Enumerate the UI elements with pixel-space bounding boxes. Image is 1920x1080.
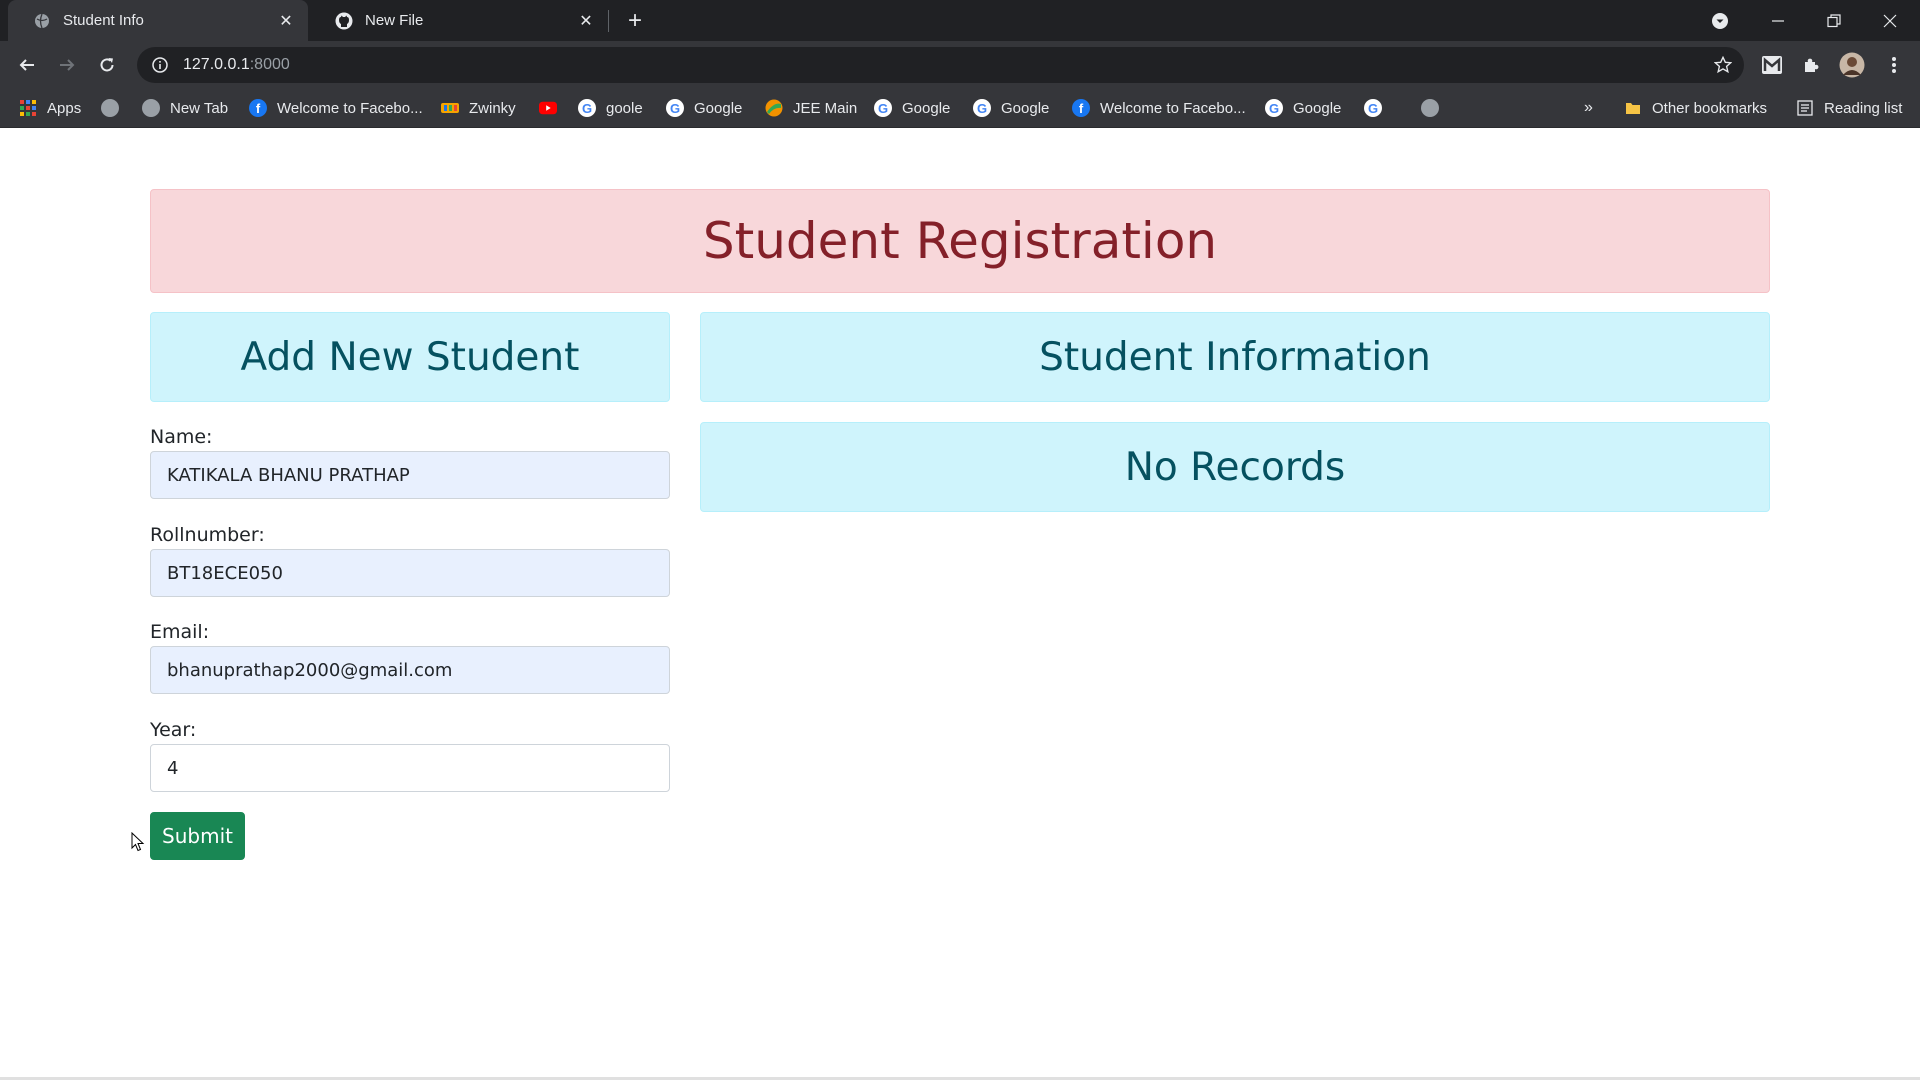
jee-icon	[765, 99, 783, 117]
no-records-message: No Records	[700, 422, 1770, 512]
bookmark-apps[interactable]: Apps	[19, 88, 81, 128]
bookmark-globe[interactable]	[101, 88, 129, 128]
profile-avatar[interactable]	[1837, 50, 1867, 80]
restore-icon[interactable]	[1806, 0, 1862, 41]
reading-list-icon	[1796, 99, 1814, 117]
bookmark-new-tab[interactable]: New Tab	[142, 88, 228, 128]
google-icon: G	[578, 99, 596, 117]
back-arrow-icon[interactable]	[12, 50, 42, 80]
globe-icon	[142, 99, 160, 117]
site-info-icon[interactable]	[149, 57, 171, 73]
globe-icon	[101, 99, 119, 117]
name-input[interactable]	[150, 451, 670, 499]
globe-icon	[1421, 99, 1439, 117]
google-icon: G	[973, 99, 991, 117]
browser-toolbar: 127.0.0.1:8000	[0, 41, 1920, 88]
tab-search-icon[interactable]	[1692, 0, 1748, 41]
forward-arrow-icon[interactable]	[52, 50, 82, 80]
bookmark-google-1[interactable]: G Google	[666, 88, 742, 128]
bookmark-star-icon[interactable]	[1712, 54, 1734, 76]
bookmark-google-3[interactable]: G Google	[973, 88, 1049, 128]
tab-new-file[interactable]: New File ✕	[310, 0, 608, 41]
github-icon	[335, 12, 353, 30]
bookmark-youtube[interactable]	[539, 88, 567, 128]
rollnumber-input[interactable]	[150, 549, 670, 597]
google-icon: G	[666, 99, 684, 117]
submit-button[interactable]: Submit	[150, 812, 245, 860]
folder-icon	[1624, 99, 1642, 117]
student-info-panel-header: Student Information	[700, 312, 1770, 402]
tab-divider	[608, 10, 609, 32]
bookmark-zwinky[interactable]: Zwinky	[441, 88, 516, 128]
year-input[interactable]	[150, 744, 670, 792]
bookmark-goole[interactable]: G goole	[578, 88, 643, 128]
bookmark-facebook-1[interactable]: f Welcome to Facebo...	[249, 88, 423, 128]
bookmarks-overflow-chevron[interactable]: »	[1584, 88, 1593, 128]
rollnumber-label: Rollnumber:	[150, 524, 265, 546]
globe-icon	[33, 12, 51, 30]
url-text: 127.0.0.1:8000	[183, 56, 290, 73]
reload-icon[interactable]	[92, 50, 122, 80]
mouse-cursor-icon	[131, 831, 145, 857]
close-tab-icon[interactable]: ✕	[576, 11, 596, 31]
email-label: Email:	[150, 621, 210, 643]
email-input[interactable]	[150, 646, 670, 694]
facebook-icon: f	[249, 99, 267, 117]
tab-title: Student Info	[63, 12, 144, 29]
bookmark-globe-2[interactable]	[1421, 88, 1449, 128]
minimize-icon[interactable]	[1750, 0, 1806, 41]
tab-title: New File	[365, 12, 424, 29]
add-student-panel-header: Add New Student	[150, 312, 670, 402]
google-icon: G	[874, 99, 892, 117]
registration-header-banner: Student Registration	[150, 189, 1770, 293]
gmail-extension-icon[interactable]	[1757, 50, 1787, 80]
new-tab-plus-icon[interactable]: +	[622, 7, 648, 34]
page-title: Student Registration	[702, 212, 1218, 270]
reading-list[interactable]: Reading list	[1796, 88, 1902, 128]
google-icon: G	[1265, 99, 1283, 117]
other-bookmarks-folder[interactable]: Other bookmarks	[1624, 88, 1767, 128]
page-content: Student Registration Add New Student Stu…	[0, 129, 1920, 1080]
year-label: Year:	[150, 719, 197, 741]
bookmark-google-2[interactable]: G Google	[874, 88, 950, 128]
bookmark-facebook-2[interactable]: f Welcome to Facebo...	[1072, 88, 1246, 128]
no-records-text: No Records	[1124, 444, 1346, 490]
youtube-icon	[539, 99, 557, 117]
close-window-icon[interactable]	[1862, 0, 1918, 41]
google-icon: G	[1364, 99, 1382, 117]
extensions-puzzle-icon[interactable]	[1797, 50, 1827, 80]
bookmark-jee-main[interactable]: JEE Main	[765, 88, 857, 128]
name-label: Name:	[150, 426, 213, 448]
menu-kebab-icon[interactable]	[1879, 50, 1909, 80]
student-info-title: Student Information	[1039, 334, 1431, 380]
address-bar[interactable]: 127.0.0.1:8000	[137, 47, 1744, 83]
add-student-title: Add New Student	[240, 334, 580, 380]
close-tab-icon[interactable]: ✕	[276, 11, 296, 31]
bookmark-google-5[interactable]: G	[1364, 88, 1392, 128]
facebook-icon: f	[1072, 99, 1090, 117]
bookmark-google-4[interactable]: G Google	[1265, 88, 1341, 128]
bookmarks-bar: Apps New Tab f Welcome to Facebo... Zwin…	[0, 88, 1920, 128]
apps-grid-icon	[19, 99, 37, 117]
tab-strip: Student Info ✕ New File ✕ +	[0, 0, 1920, 41]
zwinky-icon	[441, 99, 459, 117]
tab-student-info[interactable]: Student Info ✕	[8, 0, 308, 41]
